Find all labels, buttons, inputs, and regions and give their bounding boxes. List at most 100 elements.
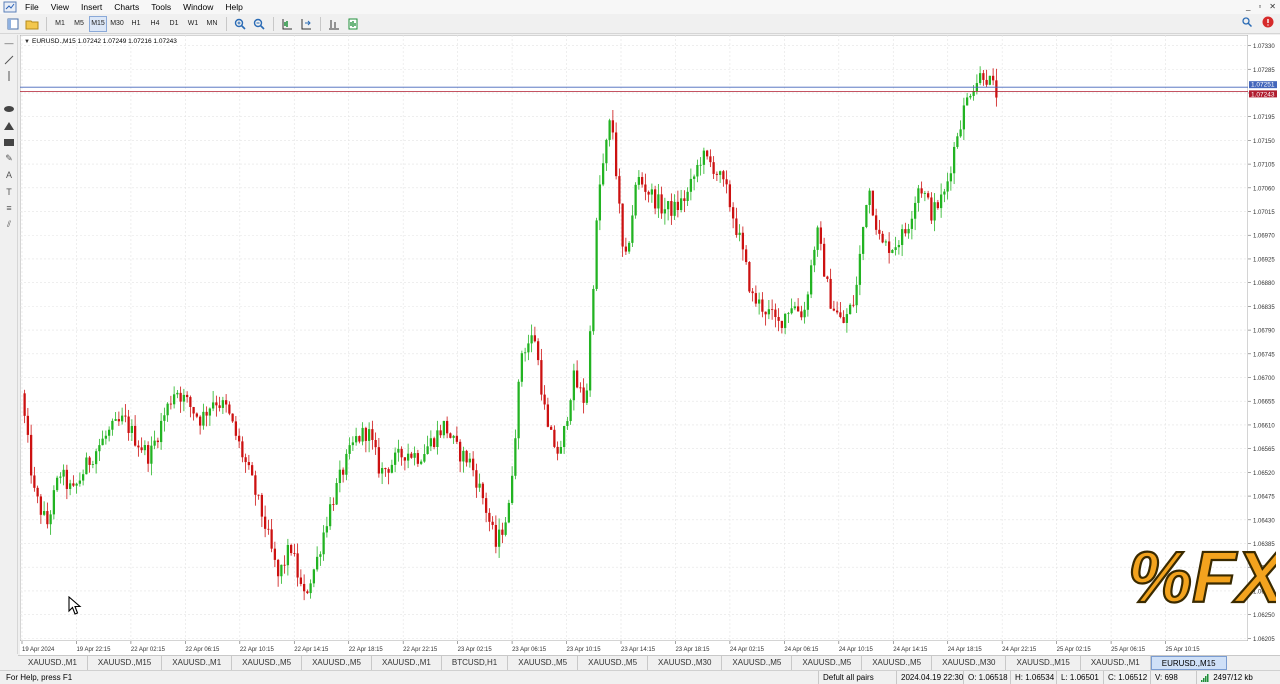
candle-body: [452, 435, 455, 438]
ellipse-tool-icon[interactable]: [0, 101, 18, 118]
candle-body: [124, 415, 127, 417]
candle-body: [965, 97, 969, 106]
timeframe-m30[interactable]: M30: [108, 16, 126, 32]
chart-tab[interactable]: XAUUSD.,M5: [862, 656, 933, 670]
candle-body: [397, 448, 400, 453]
candle-body: [653, 189, 657, 209]
close-icon[interactable]: ✕: [1269, 0, 1276, 14]
auto-scroll-icon[interactable]: [297, 16, 315, 32]
candle-body: [65, 469, 69, 489]
price-chart[interactable]: 1.073301.072851.072401.071951.071501.071…: [19, 34, 1280, 655]
fibonacci-tool-icon[interactable]: ≡: [0, 200, 18, 217]
text-tool-icon[interactable]: A: [0, 167, 18, 184]
chart-collapse-icon[interactable]: ▼: [24, 39, 30, 45]
candle-body: [556, 446, 559, 454]
candle-body: [153, 440, 156, 446]
menu-help[interactable]: Help: [219, 0, 248, 14]
candle-body: [715, 173, 719, 175]
candle-body: [120, 415, 124, 422]
x-tick-label: 22 Apr 10:15: [240, 647, 275, 653]
candle-body: [796, 306, 800, 312]
candle-body: [228, 404, 231, 414]
chart-tab[interactable]: XAUUSD.,M5: [232, 656, 303, 670]
candle-body: [959, 129, 962, 137]
candle-body: [377, 447, 381, 474]
timeframe-h4[interactable]: H4: [146, 16, 164, 32]
menu-insert[interactable]: Insert: [75, 0, 108, 14]
candle-body: [205, 411, 208, 416]
timeframe-d1[interactable]: D1: [165, 16, 183, 32]
profiles-icon[interactable]: [23, 16, 41, 32]
timeframe-mn[interactable]: MN: [203, 16, 221, 32]
rectangle-tool-icon[interactable]: [0, 134, 18, 151]
channel-tool-icon[interactable]: ⫽: [0, 217, 18, 234]
cursor-tool-icon[interactable]: —: [0, 35, 18, 52]
timeframe-w1[interactable]: W1: [184, 16, 202, 32]
chart-tab[interactable]: XAUUSD.,M1: [18, 656, 88, 670]
minimize-icon[interactable]: _: [1246, 0, 1250, 14]
candle-body: [712, 162, 715, 174]
chart-tab[interactable]: XAUUSD.,M5: [508, 656, 579, 670]
candle-body: [699, 164, 702, 166]
chart-tab[interactable]: XAUUSD.,M5: [302, 656, 372, 670]
candle-body: [39, 496, 43, 515]
candle-body: [523, 352, 527, 354]
menu-window[interactable]: Window: [177, 0, 219, 14]
candle-body: [527, 343, 530, 353]
candle-body: [907, 228, 910, 234]
x-tick-label: 24 Apr 14:15: [893, 647, 928, 653]
new-chart-icon[interactable]: [4, 16, 22, 32]
zoom-out-icon[interactable]: [250, 16, 268, 32]
status-bar: For Help, press F1 Defult all pairs 2024…: [0, 670, 1280, 684]
zoom-in-icon[interactable]: [231, 16, 249, 32]
menu-file[interactable]: File: [19, 0, 45, 14]
status-profile[interactable]: Defult all pairs: [818, 671, 874, 684]
chart-tab[interactable]: XAUUSD.,M30: [648, 656, 723, 670]
triangle-tool-icon[interactable]: [0, 118, 18, 135]
candle-body: [702, 150, 706, 165]
chart-tab[interactable]: XAUUSD.,M30: [932, 656, 1007, 670]
timeframe-m1[interactable]: M1: [51, 16, 69, 32]
search-icon[interactable]: [1242, 17, 1252, 27]
chart-tab[interactable]: XAUUSD.,M5: [722, 656, 793, 670]
candle-body: [744, 249, 748, 263]
candle-body: [696, 164, 699, 177]
indicators-icon[interactable]: [325, 16, 343, 32]
chart-tab[interactable]: XAUUSD.,M1: [372, 656, 442, 670]
x-tick-label: 23 Apr 02:15: [458, 647, 493, 653]
vertical-line-tool-icon[interactable]: [0, 68, 18, 85]
candle-body: [553, 429, 556, 447]
menu-charts[interactable]: Charts: [108, 0, 145, 14]
chart-tab[interactable]: XAUUSD.,M1: [1081, 656, 1151, 670]
chart-tab[interactable]: XAUUSD.,M5: [792, 656, 863, 670]
candle-body: [874, 215, 878, 230]
candle-body: [244, 457, 247, 463]
text-label-tool-icon[interactable]: T: [0, 184, 18, 201]
y-tick-label: 1.06745: [1253, 352, 1275, 358]
chart-tab[interactable]: BTCUSD,H1: [442, 656, 509, 670]
candle-body: [952, 146, 956, 174]
chart-shift-icon[interactable]: [278, 16, 296, 32]
chart-tab[interactable]: XAUUSD.,M15: [88, 656, 163, 670]
arrows-tool-icon[interactable]: ✎: [0, 151, 18, 168]
timeframe-h1[interactable]: H1: [127, 16, 145, 32]
candle-body: [189, 397, 192, 408]
y-tick-label: 1.07285: [1253, 68, 1275, 74]
templates-icon[interactable]: [344, 16, 362, 32]
chart-tab[interactable]: XAUUSD.,M5: [578, 656, 649, 670]
candle-body: [517, 381, 520, 439]
menu-view[interactable]: View: [45, 0, 75, 14]
trendline-tool-icon[interactable]: [0, 52, 18, 69]
alert-icon[interactable]: [1262, 16, 1274, 28]
restore-icon[interactable]: ▫: [1258, 0, 1261, 14]
chart-tab[interactable]: XAUUSD.,M15: [1006, 656, 1081, 670]
candle-body: [507, 502, 511, 523]
candle-body: [293, 553, 296, 554]
menu-tools[interactable]: Tools: [145, 0, 177, 14]
chart-tab[interactable]: EURUSD.,M15: [1150, 656, 1227, 670]
timeframe-m15[interactable]: M15: [89, 15, 107, 32]
candle-body: [894, 247, 897, 250]
chart-tab[interactable]: XAUUSD.,M1: [162, 656, 233, 670]
timeframe-m5[interactable]: M5: [70, 16, 88, 32]
chart-area[interactable]: 1.073301.072851.072401.071951.071501.071…: [19, 34, 1280, 655]
